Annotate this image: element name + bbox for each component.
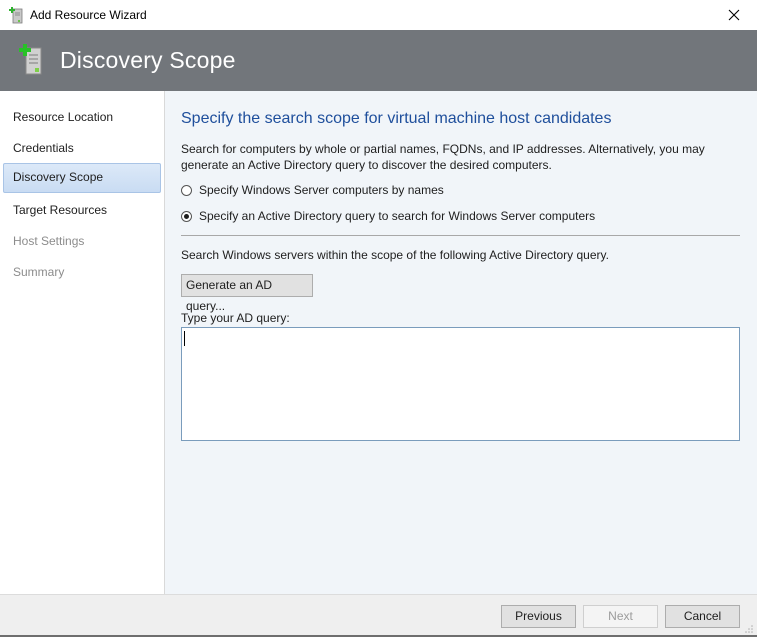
server-add-icon [19,44,42,75]
radio-label: Specify Windows Server computers by name… [199,183,444,197]
window-title: Add Resource Wizard [30,8,147,22]
sidebar-item-discovery-scope[interactable]: Discovery Scope [3,163,161,193]
wizard-footer: Previous Next Cancel [0,594,757,637]
close-button[interactable] [711,0,757,30]
wizard-steps-sidebar: Resource Location Credentials Discovery … [0,91,165,594]
radio-button-checked[interactable] [181,210,192,222]
section-heading: Specify the search scope for virtual mac… [181,110,612,127]
sidebar-item-credentials[interactable]: Credentials [3,134,161,162]
query-label: Type your AD query: [181,311,290,325]
close-icon [728,9,740,21]
next-button: Next [583,605,658,628]
radio-button-unchecked[interactable] [181,184,192,196]
resize-grip-icon[interactable] [744,624,754,634]
scope-text: Search Windows servers within the scope … [181,248,609,262]
description-text: Search for computers by whole or partial… [181,142,705,172]
window-titlebar: Add Resource Wizard [0,0,757,30]
text-caret [184,331,185,346]
radio-by-names[interactable]: Specify Windows Server computers by name… [181,182,444,198]
cancel-button[interactable]: Cancel [665,605,740,628]
radio-label: Specify an Active Directory query to sea… [199,209,596,223]
sidebar-item-summary: Summary [13,265,65,279]
generate-ad-query-button[interactable]: Generate an AD query... [181,274,313,313]
ad-query-input[interactable] [181,327,740,441]
wizard-header: Discovery Scope [0,30,757,91]
wizard-content: Specify the search scope for virtual mac… [165,91,757,594]
sidebar-item-host-settings: Host Settings [13,234,85,248]
sidebar-item-target-resources[interactable]: Target Resources [3,196,161,224]
previous-button[interactable]: Previous [501,605,576,628]
sidebar-item-resource-location[interactable]: Resource Location [3,103,161,131]
divider [181,235,740,236]
page-title: Discovery Scope [60,47,236,73]
radio-ad-query[interactable]: Specify an Active Directory query to sea… [181,208,595,224]
server-add-icon [9,7,23,24]
